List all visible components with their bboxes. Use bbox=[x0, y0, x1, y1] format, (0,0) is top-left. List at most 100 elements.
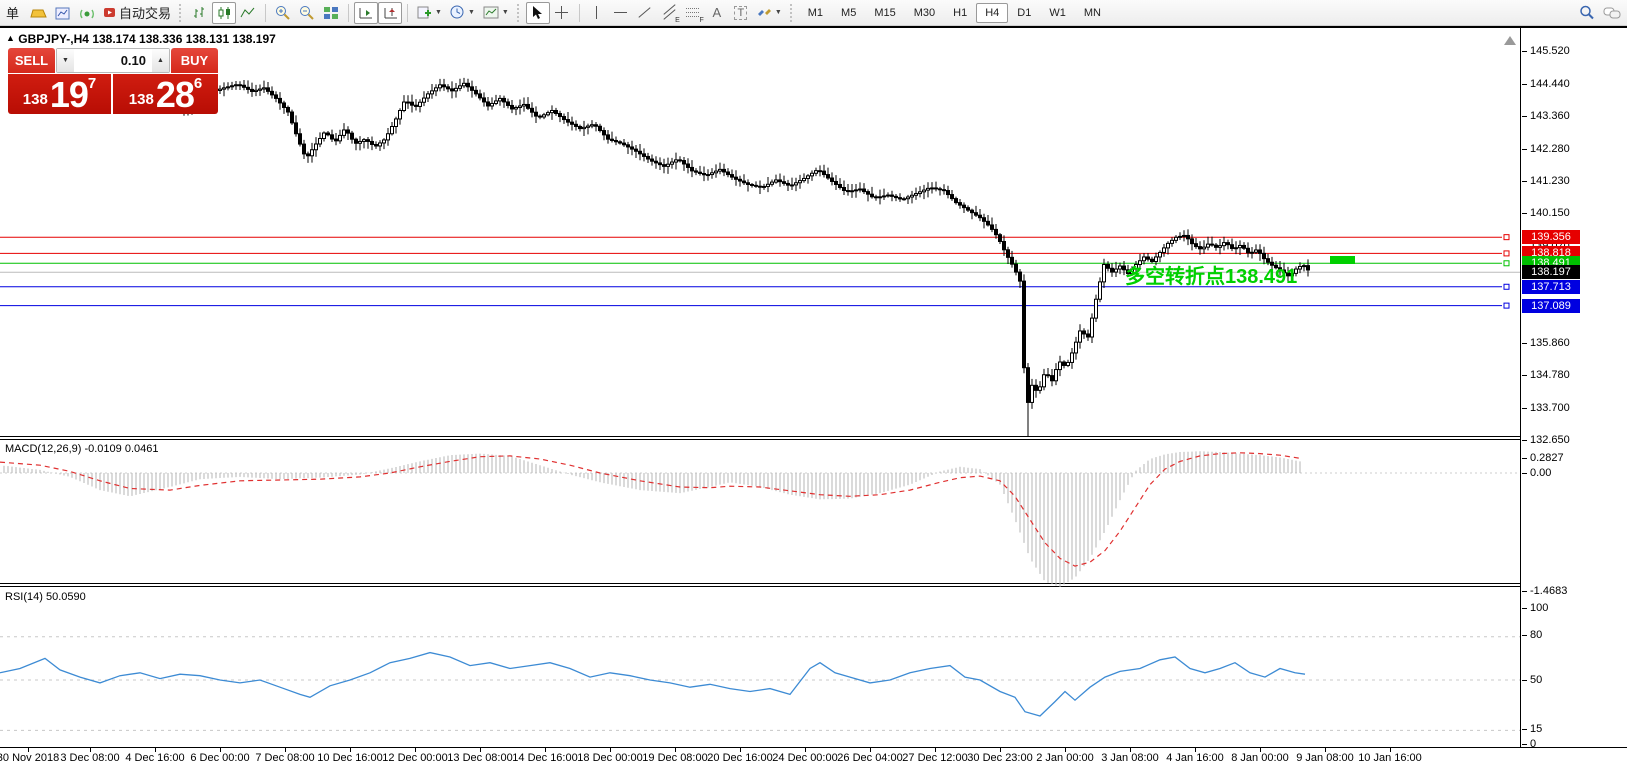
search-button[interactable] bbox=[1575, 2, 1599, 24]
candle bbox=[983, 218, 986, 222]
zoom-out-button[interactable] bbox=[295, 2, 319, 24]
cursor-button[interactable] bbox=[526, 2, 550, 24]
candle bbox=[491, 103, 494, 106]
text-label-button[interactable]: T bbox=[729, 2, 753, 24]
timeframe-button-M5[interactable]: M5 bbox=[832, 3, 865, 23]
green-highlight-segment[interactable] bbox=[1330, 256, 1355, 264]
candlestick-chart-type-button[interactable] bbox=[212, 2, 236, 24]
tile-windows-icon bbox=[323, 6, 339, 20]
candle bbox=[259, 89, 262, 90]
timeframe-bar: M1M5M15M30H1H4D1W1MN bbox=[799, 3, 1110, 23]
timeframe-button-H1[interactable]: H1 bbox=[944, 3, 976, 23]
one-click-trading-panel: SELL ▼ ▲ BUY 138 19 7 138 28 6 bbox=[8, 48, 218, 114]
volume-increase-button[interactable]: ▲ bbox=[152, 49, 169, 72]
gold-bar-button[interactable] bbox=[26, 2, 51, 24]
text-button[interactable]: A bbox=[705, 2, 729, 24]
candle bbox=[851, 191, 854, 192]
sell-button[interactable]: SELL bbox=[8, 48, 55, 73]
pivot-annotation-text[interactable]: 多空转折点138.491 bbox=[1125, 260, 1297, 289]
candle bbox=[807, 176, 810, 179]
candle bbox=[1199, 247, 1202, 249]
auto-scroll-button[interactable] bbox=[354, 2, 378, 24]
templates-button[interactable]: ▼ bbox=[479, 2, 513, 24]
candle bbox=[523, 104, 526, 106]
crosshair-button[interactable] bbox=[550, 2, 574, 24]
vertical-line-button[interactable] bbox=[585, 2, 609, 24]
buy-button[interactable]: BUY bbox=[171, 48, 218, 73]
cursor-icon bbox=[531, 5, 544, 20]
candle bbox=[1191, 239, 1194, 244]
time-axis-label: 7 Dec 08:00 bbox=[255, 752, 314, 764]
candle bbox=[355, 139, 358, 143]
line-chart-icon bbox=[240, 6, 256, 20]
candle bbox=[507, 102, 510, 106]
candle bbox=[1115, 269, 1118, 272]
buy-price-pips: 28 bbox=[156, 78, 194, 111]
candle bbox=[347, 130, 350, 133]
candle bbox=[287, 107, 290, 112]
trendline-button[interactable] bbox=[633, 2, 657, 24]
timeframe-button-H4[interactable]: H4 bbox=[976, 3, 1008, 23]
candle bbox=[1043, 375, 1046, 387]
signals-button[interactable] bbox=[75, 2, 99, 24]
candle bbox=[599, 126, 602, 130]
rsi-panel-canvas[interactable] bbox=[0, 588, 1520, 747]
time-axis[interactable]: 30 Nov 20183 Dec 08:004 Dec 16:006 Dec 0… bbox=[0, 747, 1627, 765]
candle bbox=[987, 221, 990, 225]
zoom-in-button[interactable] bbox=[271, 2, 295, 24]
buy-quote[interactable]: 138 28 6 bbox=[113, 74, 218, 114]
candle bbox=[763, 186, 766, 187]
bar-chart-type-button[interactable] bbox=[188, 2, 212, 24]
volume-decrease-button[interactable]: ▼ bbox=[57, 49, 74, 72]
text-label-icon: T bbox=[734, 6, 747, 20]
candle bbox=[271, 91, 274, 95]
equidistant-channel-button[interactable]: E bbox=[657, 2, 681, 24]
candle bbox=[879, 197, 882, 198]
tile-windows-button[interactable] bbox=[319, 2, 343, 24]
candle bbox=[631, 147, 634, 149]
timeframe-button-W1[interactable]: W1 bbox=[1040, 3, 1075, 23]
chat-button[interactable] bbox=[1599, 2, 1625, 24]
sell-quote[interactable]: 138 19 7 bbox=[8, 74, 111, 114]
periods-button[interactable]: ▼ bbox=[446, 2, 479, 24]
ohlc-values: 138.174 138.336 138.131 138.197 bbox=[92, 32, 276, 46]
line-chart-type-button[interactable] bbox=[236, 2, 260, 24]
timeframe-button-M15[interactable]: M15 bbox=[865, 3, 904, 23]
candle bbox=[503, 98, 506, 102]
timeframe-button-M30[interactable]: M30 bbox=[905, 3, 944, 23]
price-chart-canvas[interactable] bbox=[0, 28, 1520, 440]
price-axis[interactable]: 145.520144.440143.360142.280141.230140.1… bbox=[1521, 28, 1627, 747]
candle bbox=[299, 134, 302, 144]
scroll-to-end-marker[interactable] bbox=[1504, 36, 1516, 45]
candle bbox=[1031, 385, 1034, 402]
macd-panel-canvas[interactable] bbox=[0, 440, 1520, 587]
candle bbox=[1307, 266, 1310, 270]
candle bbox=[375, 144, 378, 146]
toolbar-grip bbox=[517, 4, 522, 22]
timeframe-button-M1[interactable]: M1 bbox=[799, 3, 832, 23]
fibonacci-button[interactable]: F bbox=[681, 2, 705, 24]
candle bbox=[927, 188, 930, 190]
candle bbox=[699, 172, 702, 173]
chart-shift-button[interactable] bbox=[378, 2, 402, 24]
timeframe-button-D1[interactable]: D1 bbox=[1008, 3, 1040, 23]
indicators-button[interactable]: ▼ bbox=[413, 2, 446, 24]
new-chart-window-button[interactable] bbox=[51, 2, 75, 24]
new-order-button[interactable]: 单 bbox=[2, 2, 26, 24]
candle bbox=[775, 180, 778, 182]
time-axis-label: 3 Jan 08:00 bbox=[1101, 752, 1159, 764]
trendline-icon bbox=[639, 7, 651, 17]
candle bbox=[1055, 370, 1058, 381]
candle bbox=[307, 154, 310, 156]
timeframe-button-MN[interactable]: MN bbox=[1075, 3, 1110, 23]
price-axis-label: 135.860 bbox=[1530, 337, 1570, 349]
volume-input[interactable] bbox=[74, 49, 152, 72]
arrows-button[interactable]: ▼ bbox=[753, 2, 786, 24]
candle bbox=[1075, 342, 1078, 353]
candle bbox=[479, 94, 482, 98]
autotrade-button[interactable]: 自动交易 bbox=[99, 2, 175, 24]
price-axis-label: 140.150 bbox=[1530, 207, 1570, 219]
horizontal-line-button[interactable] bbox=[609, 2, 633, 24]
collapse-triangle-icon[interactable]: ▲ bbox=[6, 33, 15, 43]
candle bbox=[1071, 353, 1074, 362]
